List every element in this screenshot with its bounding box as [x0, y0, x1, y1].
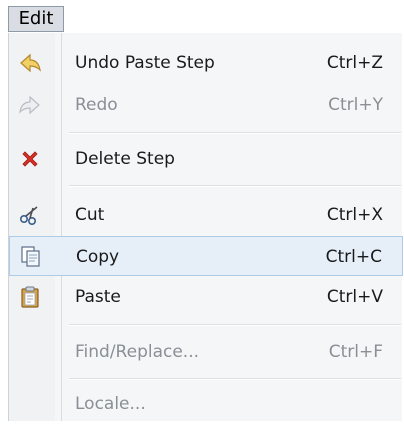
menu-item-shortcut: Ctrl+X — [326, 205, 383, 225]
menu-item-shortcut: Ctrl+F — [328, 342, 383, 362]
menu-separator-highlight — [69, 325, 401, 326]
menu-item-redo[interactable]: Redo Ctrl+Y — [9, 85, 403, 125]
edit-menu-button[interactable]: Edit — [8, 6, 64, 32]
menu-item-shortcut: Ctrl+V — [326, 287, 383, 307]
menu-item-undo[interactable]: Undo Paste Step Ctrl+Z — [9, 43, 403, 83]
menu-separator-highlight — [69, 186, 401, 187]
paste-icon — [17, 285, 43, 309]
menu-item-find-replace[interactable]: Find/Replace... Ctrl+F — [9, 332, 403, 372]
undo-icon — [17, 51, 43, 75]
menu-item-label: Cut — [75, 205, 105, 225]
menu-item-label: Locale... — [75, 394, 146, 414]
menu-separator-highlight — [69, 379, 401, 380]
redo-icon — [17, 93, 43, 117]
menu-item-shortcut: Ctrl+C — [325, 247, 382, 267]
menu-item-label: Copy — [76, 247, 120, 267]
menu-bar: Edit — [0, 0, 404, 36]
menu-item-label: Redo — [75, 95, 118, 115]
menu-separator-highlight — [69, 133, 401, 134]
menu-item-label: Delete Step — [75, 149, 175, 169]
menu-item-cut[interactable]: Cut Ctrl+X — [9, 195, 403, 235]
menu-item-label: Paste — [75, 287, 121, 307]
menu-item-shortcut: Ctrl+Z — [326, 53, 383, 73]
menu-item-label: Undo Paste Step — [75, 53, 215, 73]
menu-item-copy[interactable]: Copy Ctrl+C — [9, 236, 403, 276]
copy-icon — [18, 245, 44, 269]
menu-item-shortcut: Ctrl+Y — [328, 95, 383, 115]
menu-item-delete-step[interactable]: Delete Step — [9, 139, 403, 179]
menu-item-locale[interactable]: Locale... — [9, 384, 403, 424]
menu-item-label: Find/Replace... — [75, 342, 200, 362]
menu-item-paste[interactable]: Paste Ctrl+V — [9, 277, 403, 317]
delete-icon — [17, 147, 43, 171]
cut-icon — [17, 203, 43, 227]
edit-dropdown-menu: Undo Paste Step Ctrl+Z Redo Ctrl+Y Delet… — [8, 33, 403, 424]
